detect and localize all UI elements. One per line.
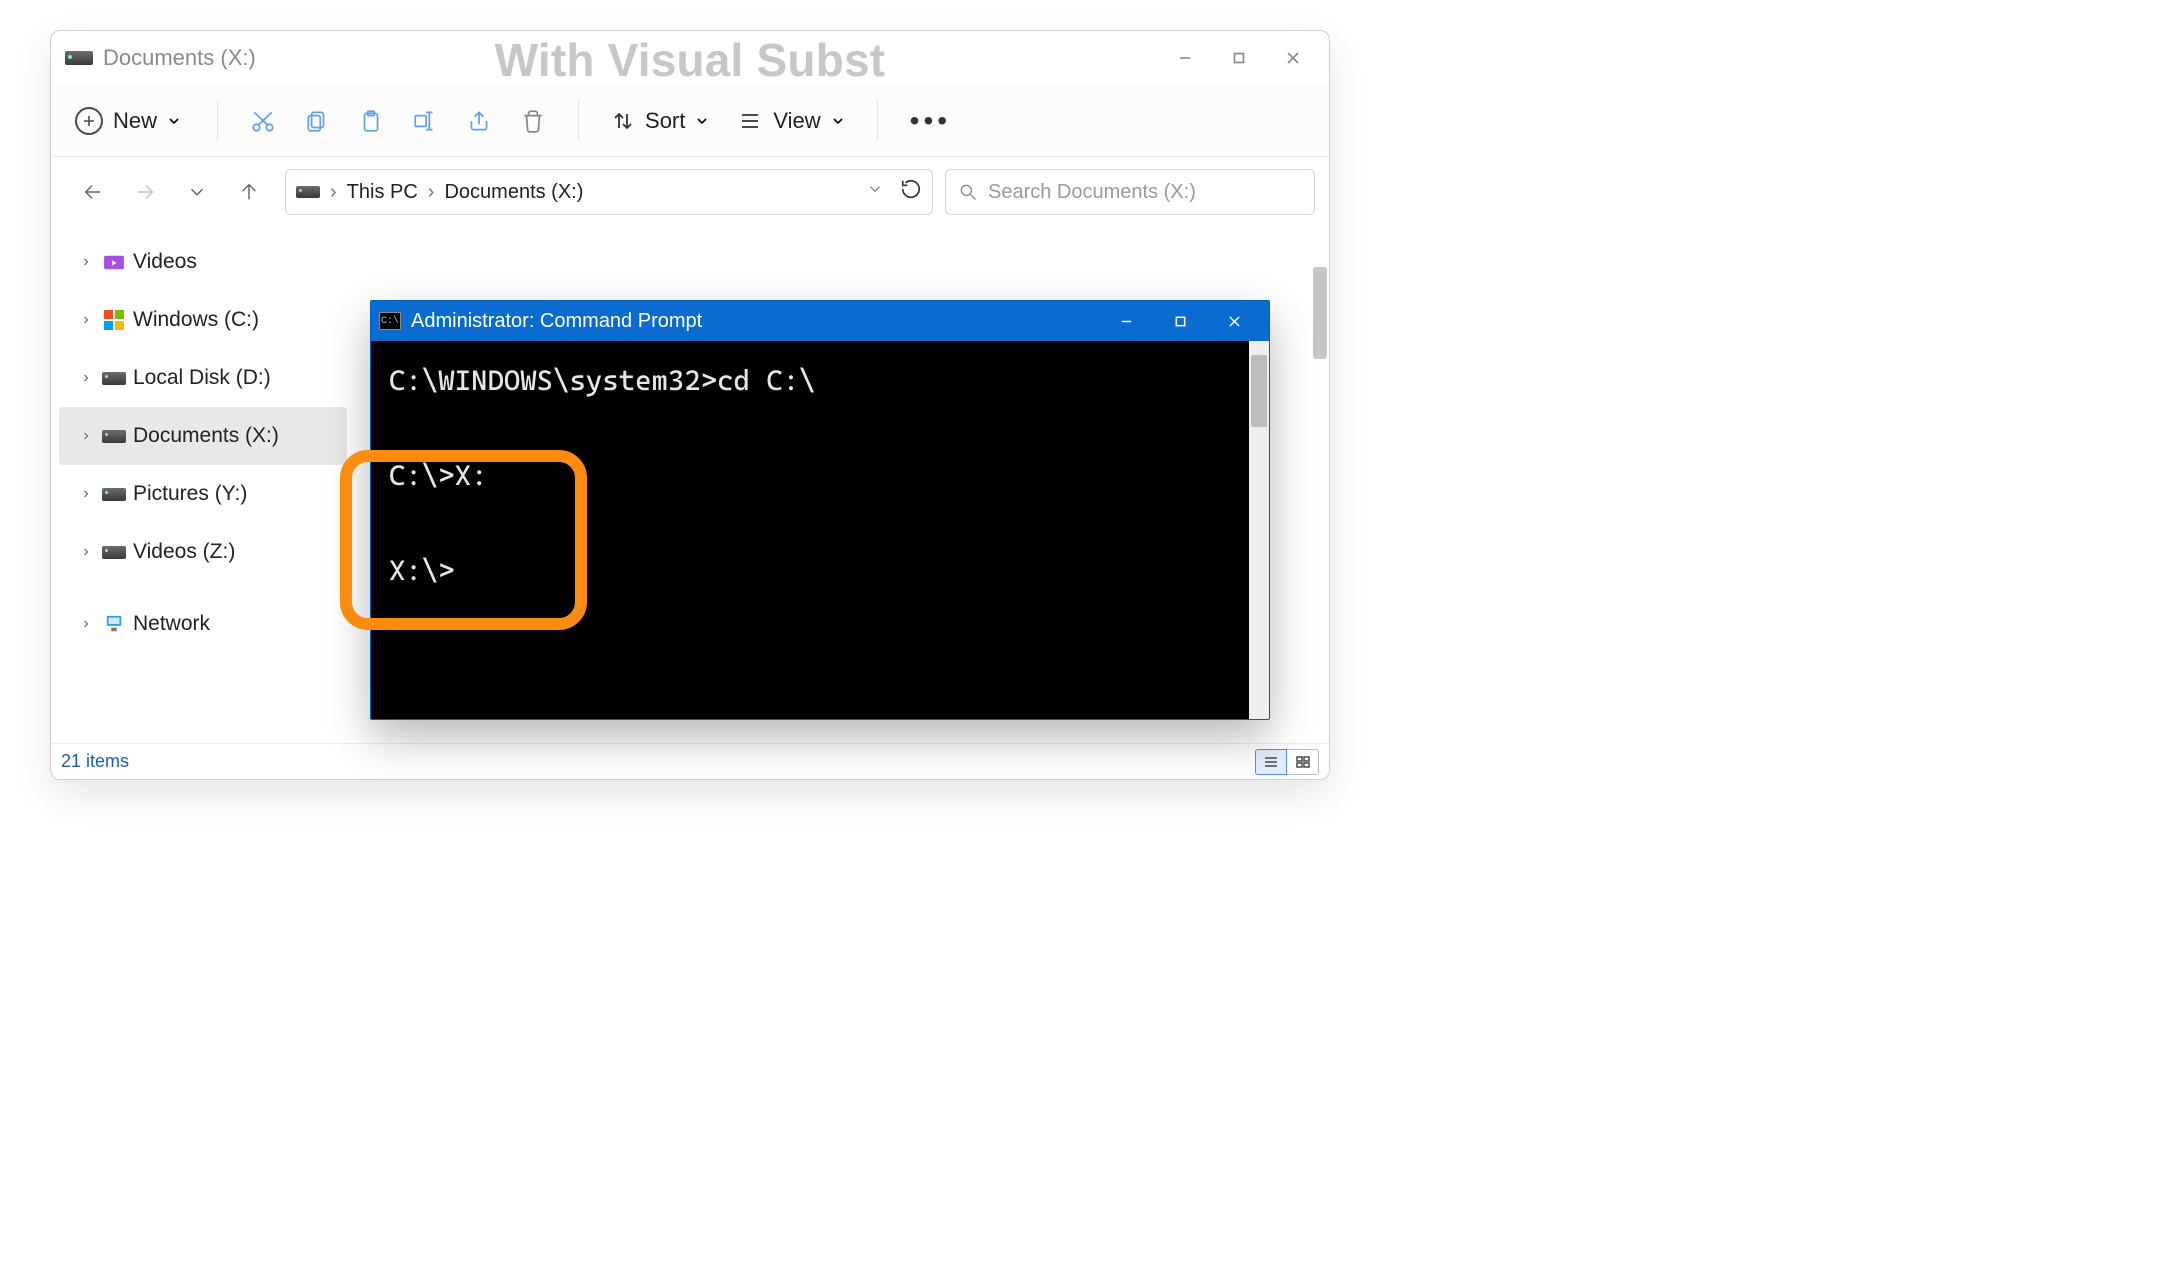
cmd-line: X:\> — [389, 554, 455, 587]
view-label: View — [773, 108, 820, 134]
navigation-pane[interactable]: › Videos › Windows (C:) › Local D — [51, 227, 351, 743]
tree-item-windows-c[interactable]: › Windows (C:) — [59, 291, 347, 349]
forward-button[interactable] — [127, 174, 163, 210]
tree-item-label: Windows (C:) — [133, 308, 259, 332]
refresh-button[interactable] — [900, 178, 922, 206]
cmd-titlebar[interactable]: C:\ Administrator: Command Prompt — [371, 301, 1269, 341]
maximize-button[interactable] — [1213, 38, 1265, 78]
cmd-line: C:\>X: — [389, 459, 487, 492]
cmd-window: C:\ Administrator: Command Prompt C:\WIN… — [370, 300, 1270, 720]
rename-button[interactable] — [402, 98, 448, 144]
details-view-toggle[interactable] — [1255, 749, 1287, 775]
cmd-maximize-button[interactable] — [1153, 301, 1207, 341]
tree-item-label: Pictures (Y:) — [133, 482, 247, 506]
tree-item-label: Videos (Z:) — [133, 540, 235, 564]
copy-button[interactable] — [294, 98, 340, 144]
delete-button[interactable] — [510, 98, 556, 144]
titlebar: Documents (X:) — [51, 31, 1329, 85]
address-dropdown[interactable] — [866, 180, 884, 204]
chevron-right-icon[interactable]: › — [77, 253, 95, 271]
address-row: › This PC › Documents (X:) — [51, 157, 1329, 227]
chevron-right-icon[interactable]: › — [77, 485, 95, 503]
folder-videos-icon — [101, 253, 127, 271]
drive-icon — [101, 430, 127, 443]
windows-drive-icon — [101, 310, 127, 330]
drive-icon — [101, 372, 127, 385]
chevron-right-icon[interactable]: › — [77, 369, 95, 387]
close-button[interactable] — [1267, 38, 1319, 78]
breadcrumb-current[interactable]: Documents (X:) — [444, 181, 583, 204]
toolbar: New S — [51, 85, 1329, 157]
recent-locations-button[interactable] — [179, 174, 215, 210]
minimize-button[interactable] — [1159, 38, 1211, 78]
window-title: Documents (X:) — [103, 45, 256, 71]
cmd-minimize-button[interactable] — [1099, 301, 1153, 341]
sort-button[interactable]: Sort — [601, 102, 719, 140]
tree-item-label: Local Disk (D:) — [133, 366, 271, 390]
back-button[interactable] — [75, 174, 111, 210]
chevron-right-icon: › — [428, 181, 435, 204]
more-button[interactable]: ••• — [900, 105, 961, 137]
view-button[interactable]: View — [727, 102, 854, 140]
drive-icon — [101, 546, 127, 559]
chevron-right-icon[interactable]: › — [77, 311, 95, 329]
drive-icon — [101, 488, 127, 501]
cmd-body[interactable]: C:\WINDOWS\system32>cd C:\ C:\>X: X:\> — [371, 341, 1269, 719]
view-icon — [737, 109, 763, 133]
cmd-icon: C:\ — [379, 312, 401, 330]
chevron-right-icon[interactable]: › — [77, 543, 95, 561]
address-bar[interactable]: › This PC › Documents (X:) — [285, 169, 933, 215]
cmd-scrollbar-thumb[interactable] — [1251, 355, 1267, 427]
search-box[interactable] — [945, 169, 1315, 215]
tree-item-videos[interactable]: › Videos — [59, 233, 347, 291]
cmd-close-button[interactable] — [1207, 301, 1261, 341]
status-bar: 21 items — [51, 743, 1329, 779]
chevron-down-icon — [167, 114, 181, 128]
tree-item-network[interactable]: › Network — [59, 595, 347, 653]
cmd-title: Administrator: Command Prompt — [411, 310, 702, 333]
chevron-right-icon[interactable]: › — [77, 427, 95, 445]
network-icon — [101, 614, 127, 634]
cmd-line: C:\WINDOWS\system32>cd C:\ — [389, 364, 816, 397]
search-input[interactable] — [988, 181, 1302, 204]
thumbnails-view-toggle[interactable] — [1287, 749, 1319, 775]
new-label: New — [113, 108, 157, 134]
tree-item-local-disk-d[interactable]: › Local Disk (D:) — [59, 349, 347, 407]
tree-item-videos-z[interactable]: › Videos (Z:) — [59, 523, 347, 581]
tree-item-label: Documents (X:) — [133, 424, 279, 448]
chevron-right-icon[interactable]: › — [77, 615, 95, 633]
share-button[interactable] — [456, 98, 502, 144]
breadcrumb-root[interactable]: This PC — [347, 181, 418, 204]
sort-icon — [611, 109, 635, 133]
chevron-right-icon: › — [330, 181, 337, 204]
status-text: 21 items — [61, 751, 129, 772]
new-button[interactable]: New — [69, 101, 195, 141]
divider — [217, 101, 218, 141]
sort-label: Sort — [645, 108, 685, 134]
chevron-down-icon — [695, 114, 709, 128]
up-button[interactable] — [231, 174, 267, 210]
cut-button[interactable] — [240, 98, 286, 144]
drive-icon — [65, 51, 93, 65]
divider — [877, 101, 878, 141]
plus-circle-icon — [75, 107, 103, 135]
divider — [578, 101, 579, 141]
search-icon — [958, 182, 978, 202]
tree-item-pictures-y[interactable]: › Pictures (Y:) — [59, 465, 347, 523]
tree-item-label: Network — [133, 612, 210, 636]
scrollbar-thumb[interactable] — [1313, 267, 1327, 359]
chevron-down-icon — [831, 114, 845, 128]
tree-item-label: Videos — [133, 250, 197, 274]
tree-item-documents-x[interactable]: › Documents (X:) — [59, 407, 347, 465]
paste-button[interactable] — [348, 98, 394, 144]
drive-icon — [296, 186, 320, 198]
